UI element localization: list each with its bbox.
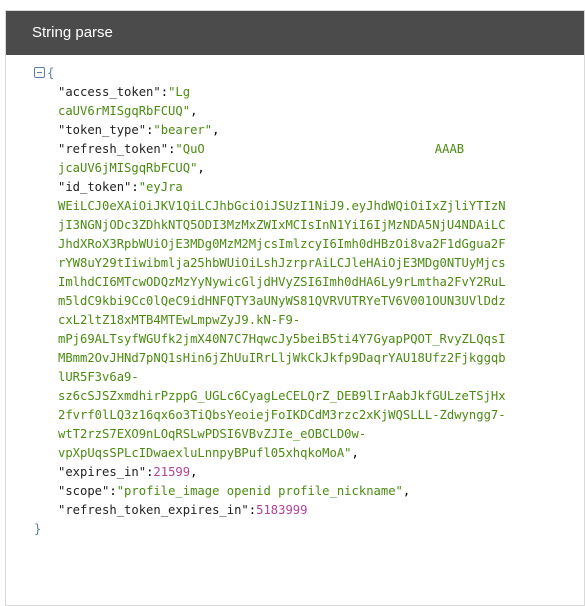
json-open-brace: { [47, 66, 55, 80]
id-token-line: 2fvrf0lLQ3z16qx6o3TiQbsYeoiejFoIKDCdM3rz… [58, 408, 506, 422]
json-close-brace: } [34, 522, 42, 536]
json-key: "token_type" [58, 123, 147, 137]
redacted-block [182, 180, 413, 195]
json-key: "refresh_token_expires_in" [58, 503, 249, 517]
json-string-value: "eyJra [138, 180, 183, 194]
collapse-toggle-icon[interactable] [34, 67, 45, 78]
id-token-line: sz6cSJSZxmdhirPzppG_UGLc6CyagLeCELQrZ_DE… [58, 389, 506, 403]
id-token-line: cxL2ltZ18xMTB4MTEwLmpwZyJ9.kN-F9- [58, 313, 301, 327]
json-string-value: caUV6rMISgqRbFCUQ" [58, 104, 191, 118]
id-token-line: MBmm2OvJHNd7pNQ1sHin6jZhUuIRrLljWkCkJkfp… [58, 351, 506, 365]
id-token-line: vpXpUqsSPLcIDwaexluLnnpyBPufl05xhqkoMoA"… [58, 446, 359, 460]
id-token-line: jI3NGNjODc3ZDhkNTQ5ODI3MzMxZWIxMCIsInN1Y… [58, 218, 506, 232]
json-string-value: AAAB [434, 142, 465, 156]
id-token-line: WEiLCJ0eXAiOiJKV1QiLCJhbGciOiJSUzI1NiJ9.… [58, 199, 506, 213]
string-parse-panel: String parse { "access_token":"Lg caUV6r… [5, 10, 585, 606]
json-string-value: "QuO [175, 142, 205, 156]
json-open-line: { [6, 64, 584, 83]
json-string-value: "Lg [168, 85, 191, 99]
json-key: "access_token" [58, 85, 161, 99]
redacted-block [190, 85, 481, 100]
json-key: "scope" [58, 484, 110, 498]
json-key: "refresh_token" [58, 142, 169, 156]
id-token-line: lUR5F3v6a9- [58, 370, 139, 384]
json-entry-access-token: "access_token":"Lg [6, 83, 584, 102]
id-token-line: wtT2rzS7EXO9nLOqRSLwPDSI6VBvZJIe_eOBCLD0… [58, 427, 367, 441]
json-string-value: "bearer" [153, 123, 213, 137]
json-key: "id_token" [58, 180, 132, 194]
json-key: "expires_in" [58, 465, 147, 479]
json-number-value: 21599 [153, 465, 191, 479]
json-number-value: 5183999 [256, 503, 308, 517]
id-token-line: JhdXRoX3RpbWUiOjE3MDg0MzM2MjcsImlzcyI6Im… [58, 237, 506, 251]
id-token-line: mPj69ALTsyfWGUfk2jmX40N7C7HqwcJy5beiB5ti… [58, 332, 506, 346]
redacted-block [204, 142, 435, 157]
panel-title: String parse [6, 11, 584, 55]
json-entry-scope: "scope":"profile_image openid profile_ni… [58, 484, 411, 498]
json-entry-access-token-cont: caUV6rMISgqRbFCUQ", [58, 104, 198, 118]
json-entry-refresh-token-expires-in: "refresh_token_expires_in":5183999 [58, 503, 308, 517]
json-entry-refresh-token: "refresh_token":"QuO AAAB [58, 142, 465, 157]
json-entry-id-token: "id_token":"eyJra [6, 178, 584, 197]
json-entry-refresh-token-cont: jcaUV6jMISgqRbFCUQ", [58, 161, 205, 175]
json-entry-expires-in: "expires_in":21599, [58, 465, 198, 479]
json-viewer: { "access_token":"Lg caUV6rMISgqRbFCUQ",… [6, 55, 584, 539]
json-close-line: } [6, 520, 584, 539]
id-token-line: rYW8uY29tIiwibmlja25hbWUiOiLshJzrprAiLCJ… [58, 256, 506, 270]
id-token-line: ImlhdCI6MTcwODQzMzYyNywicGljdHVyZSI6Imh0… [58, 275, 506, 289]
json-string-value: jcaUV6jMISgqRbFCUQ" [58, 161, 198, 175]
json-entry-token-type: "token_type":"bearer", [58, 123, 220, 137]
json-string-value: "profile_image openid profile_nickname" [116, 484, 403, 498]
id-token-line: m5ldC9kbi9Cc0lQeC9idHNFQTY3aUNyWS81QVRVU… [58, 294, 506, 308]
